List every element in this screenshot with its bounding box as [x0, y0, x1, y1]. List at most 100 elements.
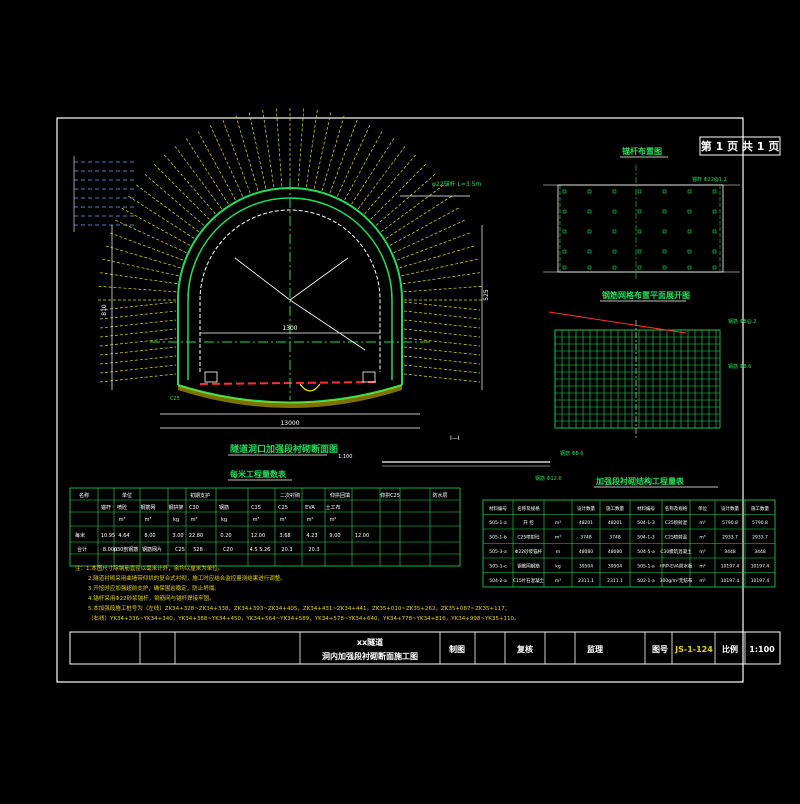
rock-bolt — [99, 373, 177, 383]
figno-label: 图号 — [652, 645, 668, 654]
note-line: （右线）YK34+336~YK34+340，YK34+388~YK34+450，… — [88, 614, 520, 622]
table-cell: 528 — [193, 547, 203, 553]
rock-bolt — [102, 258, 179, 277]
rock-bolt — [115, 219, 187, 253]
table-cell: m³ — [699, 535, 705, 541]
bolt-position-mark — [662, 189, 667, 194]
table-cell: 4.64 — [118, 533, 129, 539]
rock-bolt — [98, 285, 177, 293]
table-cell: 合计 — [77, 546, 87, 553]
mesh-top-note: 钢筋 Φ8@.2 — [728, 318, 756, 325]
note-line: 3.开挖时应加强超前支护，确保围岩稳定，防止坍塌。 — [88, 584, 220, 592]
table-cell: 12.00 — [251, 533, 265, 539]
section-note-1: 钢筋 Φ8.6 — [560, 450, 583, 457]
grid-view-caption: 锚杆布置图 — [622, 146, 662, 156]
bolt-position-mark — [562, 209, 567, 214]
rock-bolt — [99, 301, 177, 311]
table-cell: m² — [699, 565, 705, 570]
table-subhead: 锚杆 — [101, 504, 111, 511]
section-note-2: 钢筋 Φ12.6 — [535, 475, 562, 482]
bolt-position-mark — [587, 265, 592, 270]
drawing-canvas: 第 1 页 共 1 页 1300 810 525 13000 φ22锚杆 L=3… — [56, 108, 781, 683]
bolt-position-mark — [562, 189, 567, 194]
table-cell: 9.00 — [329, 533, 340, 539]
review-label: 复核 — [516, 644, 533, 654]
table-cell: m³ — [699, 520, 705, 526]
bolt-spacing-note: 锚杆 Φ22@1.2 — [692, 176, 727, 183]
table-cell: 3448 — [754, 549, 766, 555]
radius-dim-right — [289, 257, 349, 301]
table-cell: HRP-EVA防水板 — [660, 563, 693, 570]
rock-bolt — [248, 112, 267, 189]
bolt-position-mark — [562, 249, 567, 254]
rock-bolt — [375, 174, 436, 226]
rock-bolt — [337, 125, 371, 197]
table-cell: 5790.8 — [722, 520, 738, 526]
bolt-position-mark — [612, 209, 617, 214]
note-line: 注：1.本图尺寸除钢筋直径以毫米计外，余均以厘米为单位。 — [75, 564, 223, 572]
table-cell: 每米 — [75, 532, 85, 539]
table-cell: 504-1-3 — [637, 520, 655, 526]
table-cell: 开 挖 — [523, 519, 534, 526]
drawing-title: 洞内加强段衬砌断面施工图 — [322, 651, 418, 661]
table-cell: 10197.4 — [721, 564, 740, 570]
table-head: 施工数量 — [751, 505, 769, 512]
table-subhead: C30 — [189, 505, 199, 511]
table-cell: 10197.4 — [751, 578, 770, 584]
rock-bolt — [209, 125, 243, 197]
rock-bolt — [153, 163, 210, 220]
rock-bolt — [164, 154, 216, 215]
table-cell: C20 — [223, 547, 233, 553]
table-cell: 48080 — [608, 549, 622, 555]
table-cell: m³ — [555, 535, 561, 541]
table-cell: 3748 — [609, 535, 621, 541]
rock-bolt — [297, 108, 305, 187]
table-cell: m² — [699, 579, 705, 584]
rock-bolt — [403, 301, 481, 311]
table-unit: kg — [173, 517, 179, 523]
table-cell: 39504 — [579, 564, 593, 570]
rock-bolt — [136, 184, 199, 232]
left-height-label: 810 — [101, 304, 108, 316]
quantity-table: 材料编号 名称及规格 设计数量 施工数量 材料编号 名称及规格 单位 设计数量 施工数量 505-… — [482, 499, 776, 588]
table-unit: m³ — [119, 517, 126, 523]
table-cell: 2311.1 — [578, 578, 594, 584]
note-line: 2.隧道衬砌采用曲墙带仰拱的复合式衬砌，施工时应结合监控量测结果进行调整。 — [88, 574, 286, 582]
table-cell: 10197.4 — [721, 578, 740, 584]
table-cell: C30模筑混凝土 — [660, 548, 692, 555]
note-line: 5.本加强段施工桩号为（左线）ZK34+328~ZK34+338，ZK34+39… — [88, 604, 510, 612]
bolt-position-mark — [562, 265, 567, 270]
table-cell: 3748 — [580, 535, 592, 541]
rock-bolt — [235, 115, 259, 191]
table-subhead: EVA — [305, 505, 315, 511]
table-cell: 3448 — [724, 549, 736, 555]
bolt-position-mark — [637, 229, 642, 234]
table-head: 施工数量 — [606, 505, 624, 512]
rock-bolt — [403, 364, 481, 374]
tunnel-section-view: 1300 810 525 13000 φ22锚杆 L=3.5m C25 — [98, 108, 490, 429]
table-unit: m² — [330, 517, 337, 523]
project-name: xx隧道 — [357, 637, 383, 647]
table-subhead: 喷砼 — [117, 504, 127, 511]
scale-label: 比例 — [722, 644, 738, 654]
rock-bolt — [313, 112, 332, 189]
table-cell: 505-3-a — [489, 549, 507, 555]
table-head: 二次衬砌 — [280, 492, 300, 499]
table-cell: 48201 — [608, 520, 622, 526]
rock-bolt — [185, 138, 229, 205]
table-cell: m — [556, 550, 560, 555]
table-cell: C25 — [175, 547, 185, 553]
table-cell: 22.80 — [189, 533, 203, 539]
table-head: 设计数量 — [721, 505, 739, 512]
table-subhead: 土工布 — [325, 504, 340, 511]
table-cell: 10197.4 — [751, 564, 770, 570]
table-subhead: 钢拱架 — [168, 504, 183, 511]
bolt-position-mark — [662, 249, 667, 254]
main-caption: 隧道洞口加强段衬砌断面图 — [230, 443, 338, 455]
bolt-position-mark — [612, 189, 617, 194]
table-cell: 505-1-c — [489, 564, 507, 570]
table-cell: 4.5 5.26 — [250, 547, 271, 553]
bolt-position-mark — [587, 249, 592, 254]
material-caption: 每米工程量数表 — [230, 469, 287, 479]
bolt-position-mark — [612, 229, 617, 234]
